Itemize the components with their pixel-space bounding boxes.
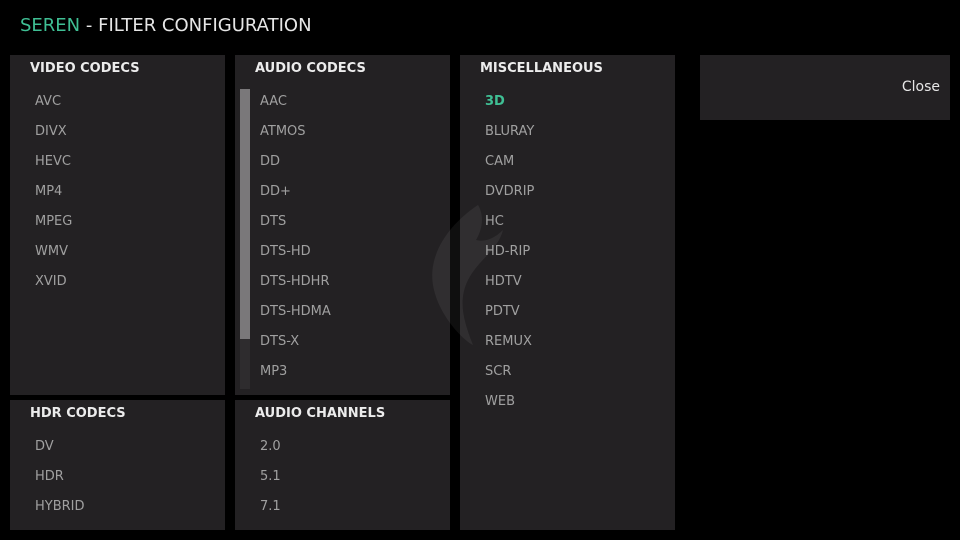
audio-channels-panel: AUDIO CHANNELS 2.0 5.1 7.1 xyxy=(235,400,450,530)
list-item[interactable]: WEB xyxy=(485,387,534,417)
list-item[interactable]: DD xyxy=(260,147,331,177)
audio-channels-header: AUDIO CHANNELS xyxy=(255,406,386,421)
miscellaneous-header: MISCELLANEOUS xyxy=(480,61,603,76)
close-panel: Close xyxy=(700,55,950,120)
title-text: FILTER CONFIGURATION xyxy=(98,15,312,36)
list-item[interactable]: SCR xyxy=(485,357,534,387)
list-item[interactable]: DTS xyxy=(260,207,331,237)
list-item[interactable]: HYBRID xyxy=(35,492,85,522)
list-item[interactable]: MP3 xyxy=(260,357,331,387)
list-item[interactable]: 2.0 xyxy=(260,432,281,462)
filter-configuration-window: SEREN - FILTER CONFIGURATION VIDEO CODEC… xyxy=(0,0,960,540)
list-item[interactable]: DTS-HD xyxy=(260,237,331,267)
list-item[interactable]: DD+ xyxy=(260,177,331,207)
close-button[interactable]: Close xyxy=(902,77,940,97)
list-item[interactable]: 5.1 xyxy=(260,462,281,492)
video-codecs-header: VIDEO CODECS xyxy=(30,61,140,76)
brand-name: SEREN xyxy=(20,15,81,36)
audio-codecs-scrollbar[interactable] xyxy=(240,89,250,389)
video-codecs-list: AVC DIVX HEVC MP4 MPEG WMV XVID xyxy=(35,87,72,297)
scrollbar-thumb[interactable] xyxy=(240,89,250,339)
list-item[interactable]: DTS-HDMA xyxy=(260,297,331,327)
list-item[interactable]: AVC xyxy=(35,87,72,117)
hdr-codecs-panel: HDR CODECS DV HDR HYBRID xyxy=(10,400,225,530)
list-item[interactable]: DTS-X xyxy=(260,327,331,357)
list-item[interactable]: MPEG xyxy=(35,207,72,237)
list-item[interactable]: HDR xyxy=(35,462,85,492)
hdr-codecs-list: DV HDR HYBRID xyxy=(35,432,85,522)
video-codecs-panel: VIDEO CODECS AVC DIVX HEVC MP4 MPEG WMV … xyxy=(10,55,225,395)
audio-channels-list: 2.0 5.1 7.1 xyxy=(260,432,281,522)
audio-codecs-header: AUDIO CODECS xyxy=(255,61,366,76)
list-item[interactable]: BLURAY xyxy=(485,117,534,147)
list-item[interactable]: CAM xyxy=(485,147,534,177)
list-item[interactable]: DTS-HDHR xyxy=(260,267,331,297)
list-item[interactable]: ATMOS xyxy=(260,117,331,147)
title-separator: - xyxy=(80,15,99,36)
seren-logo-watermark-icon xyxy=(432,205,503,345)
list-item[interactable]: WMV xyxy=(35,237,72,267)
audio-codecs-list: AAC ATMOS DD DD+ DTS DTS-HD DTS-HDHR DTS… xyxy=(260,87,331,387)
hdr-codecs-header: HDR CODECS xyxy=(30,406,126,421)
list-item[interactable]: HEVC xyxy=(35,147,72,177)
page-title: SEREN - FILTER CONFIGURATION xyxy=(20,14,312,38)
list-item-focused[interactable]: 3D xyxy=(485,87,534,117)
list-item[interactable]: DV xyxy=(35,432,85,462)
list-item[interactable]: MP4 xyxy=(35,177,72,207)
list-item[interactable]: XVID xyxy=(35,267,72,297)
list-item[interactable]: 7.1 xyxy=(260,492,281,522)
list-item[interactable]: DIVX xyxy=(35,117,72,147)
list-item[interactable]: AAC xyxy=(260,87,331,117)
